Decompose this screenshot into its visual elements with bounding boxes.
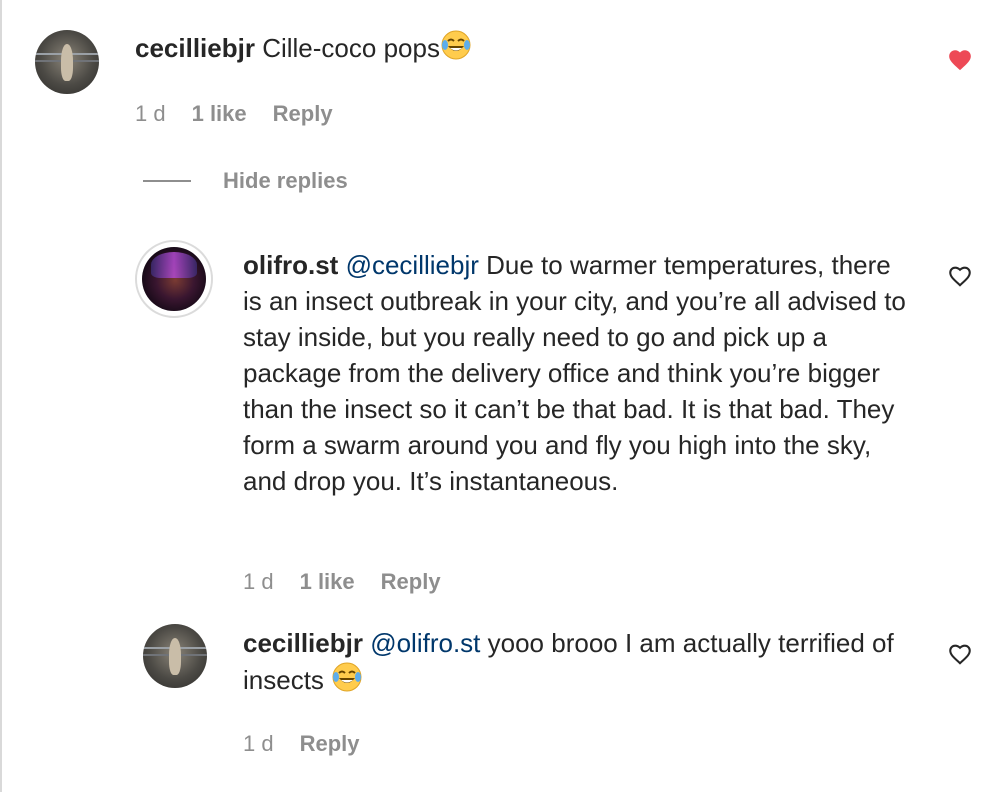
hide-replies-button[interactable]: Hide replies (143, 168, 348, 194)
avatar[interactable] (35, 30, 99, 94)
comment-meta: 1 d 1 like Reply (135, 101, 333, 127)
joy-emoji-icon (332, 662, 362, 692)
heart-icon[interactable] (947, 641, 973, 667)
comment-text: Cille-coco pops (262, 33, 440, 63)
liked-heart-icon[interactable] (947, 47, 973, 73)
reply-body: cecilliebjr @olifro.st yooo brooo I am a… (243, 625, 913, 698)
reply-button[interactable]: Reply (273, 101, 333, 127)
comment-age: 1 d (135, 101, 166, 126)
reply-text: Due to warmer temperatures, there is an … (243, 250, 906, 496)
heart-icon[interactable] (947, 263, 973, 289)
divider-line (143, 180, 191, 182)
reply-body: olifro.st @cecilliebjr Due to warmer tem… (243, 247, 913, 499)
reply-meta: 1 d Reply (243, 731, 360, 757)
panel-border (0, 0, 2, 792)
reply-button[interactable]: Reply (381, 569, 441, 595)
like-count-link[interactable]: 1 like (300, 569, 355, 595)
reply-username[interactable]: cecilliebjr (243, 628, 363, 658)
comment-username[interactable]: cecilliebjr (135, 33, 255, 63)
comment-body: cecilliebjr Cille-coco pops (135, 29, 915, 66)
reply-meta: 1 d 1 like Reply (243, 569, 441, 595)
reply-age: 1 d (243, 569, 274, 594)
avatar[interactable] (135, 240, 213, 318)
mention-link[interactable]: @cecilliebjr (346, 250, 479, 280)
like-count-link[interactable]: 1 like (192, 101, 247, 127)
reply-age: 1 d (243, 731, 274, 756)
mention-link[interactable]: @olifro.st (370, 628, 480, 658)
reply-button[interactable]: Reply (300, 731, 360, 757)
reply-username[interactable]: olifro.st (243, 250, 338, 280)
joy-emoji-icon (441, 30, 471, 60)
avatar[interactable] (143, 624, 207, 688)
hide-replies-label: Hide replies (223, 168, 348, 193)
